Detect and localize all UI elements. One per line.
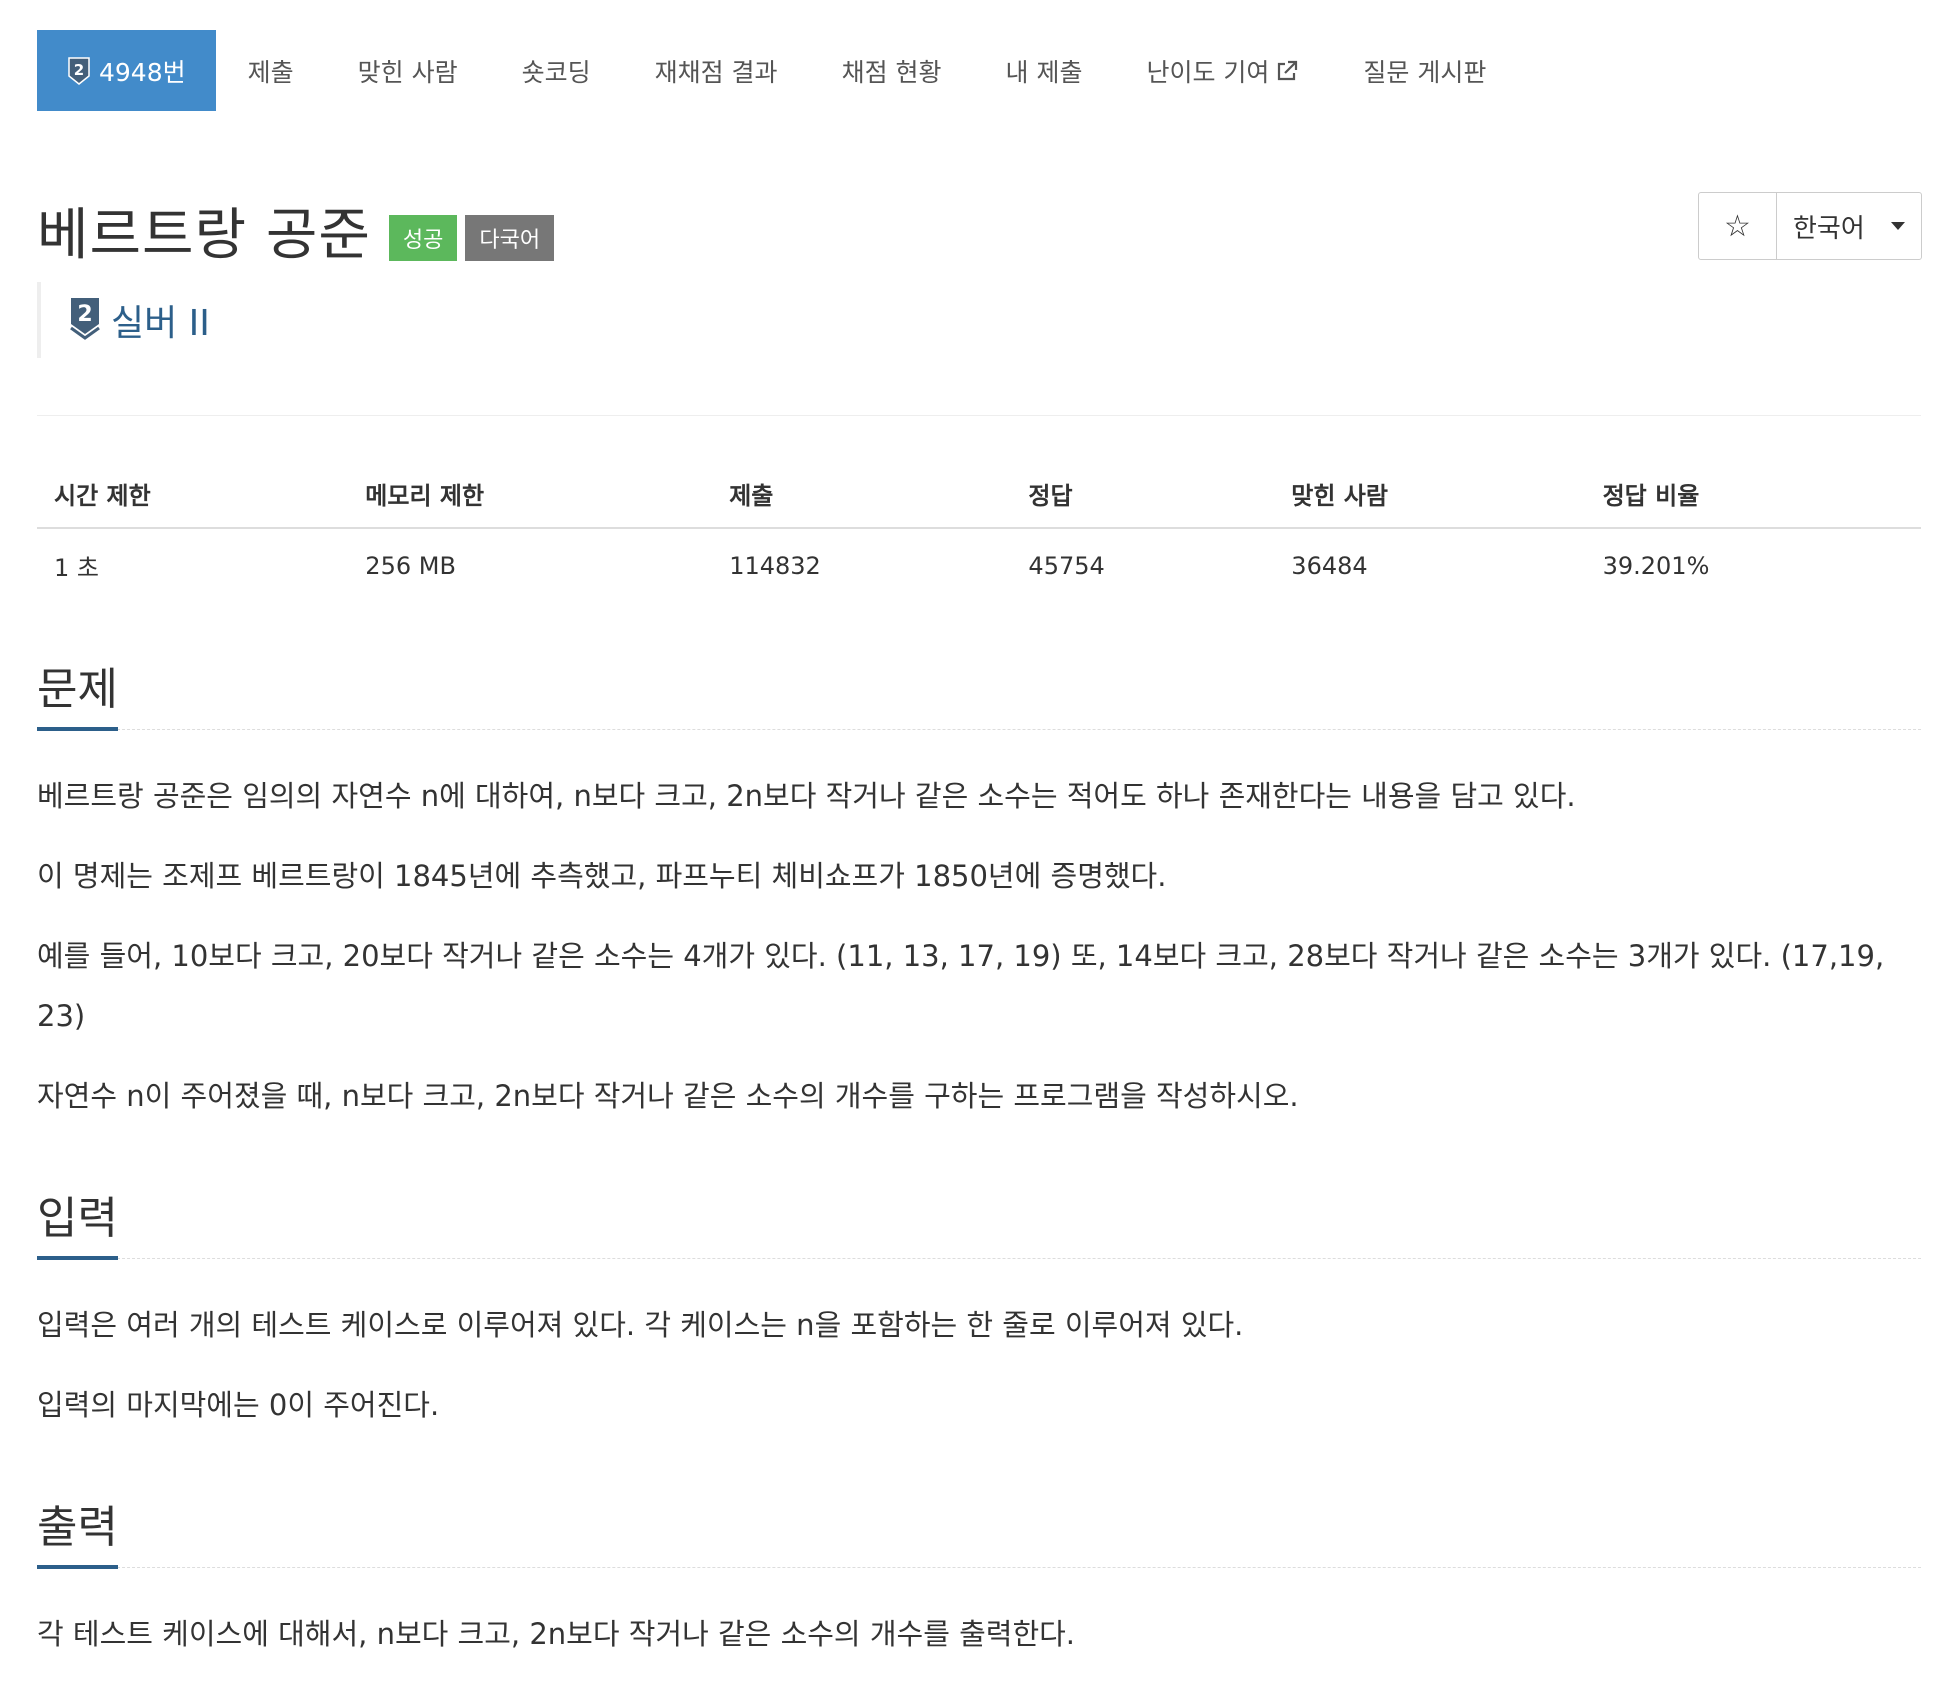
problem-section: 문제 베르트랑 공준은 임의의 자연수 n에 대하여, n보다 크고, 2n보다… bbox=[37, 664, 1921, 1146]
nav-item-label: 숏코딩 bbox=[521, 57, 591, 87]
input-section: 입력 입력은 여러 개의 테스트 케이스로 이루어져 있다. 각 케이스는 n을… bbox=[37, 1193, 1921, 1455]
language-select-value: 한국어 bbox=[1793, 213, 1865, 244]
nav-item-label: 4948번 bbox=[99, 57, 186, 87]
accepted-value: 45754 bbox=[1028, 551, 1105, 580]
svg-text:2: 2 bbox=[77, 302, 92, 327]
nav-item-difficulty-contribution[interactable]: 난이도 기여 bbox=[1114, 30, 1331, 111]
problem-info-table: 시간 제한 메모리 제한 제출 정답 맞힌 사람 정답 비율 1 초 256 M… bbox=[37, 460, 1921, 602]
nav-item-status[interactable]: 채점 현황 bbox=[810, 30, 974, 111]
table-header-row: 시간 제한 메모리 제한 제출 정답 맞힌 사람 정답 비율 bbox=[37, 460, 1921, 529]
multilingual-label: 다국어 bbox=[465, 214, 555, 261]
paragraph: 예를 들어, 10보다 크고, 20보다 작거나 같은 소수는 4개가 있다. … bbox=[37, 939, 1885, 1033]
header-memory-limit: 메모리 제한 bbox=[348, 460, 713, 529]
paragraph: 베르트랑 공준은 임의의 자연수 n에 대하여, n보다 크고, 2n보다 작거… bbox=[37, 779, 1576, 813]
tier-name[interactable]: 실버 II bbox=[111, 294, 210, 346]
language-select[interactable]: 한국어 bbox=[1777, 193, 1921, 259]
nav-item-problem[interactable]: 2 4948번 bbox=[37, 30, 216, 111]
tier-block: 2 실버 II bbox=[37, 282, 210, 358]
paragraph: 이 명제는 조제프 베르트랑이 1845년에 추측했고, 파프누티 체비쇼프가 … bbox=[37, 859, 1167, 893]
silver-tier-icon: 2 bbox=[67, 56, 91, 86]
language-button-group: ☆ 한국어 bbox=[1698, 192, 1922, 260]
submissions-value: 114832 bbox=[729, 551, 821, 580]
paragraph: 입력은 여러 개의 테스트 케이스로 이루어져 있다. 각 케이스는 n을 포함… bbox=[37, 1308, 1244, 1342]
header-submissions: 제출 bbox=[712, 460, 1012, 529]
paragraph: 각 테스트 케이스에 대해서, n보다 크고, 2n보다 작거나 같은 소수의 … bbox=[37, 1617, 1076, 1651]
nav-item-label: 채점 현황 bbox=[841, 57, 942, 87]
header-solvers: 맞힌 사람 bbox=[1274, 460, 1586, 529]
divider bbox=[37, 415, 1921, 416]
solvers-value: 36484 bbox=[1291, 551, 1368, 580]
paragraph: 자연수 n이 주어졌을 때, n보다 크고, 2n보다 작거나 같은 소수의 개… bbox=[37, 1079, 1299, 1113]
silver-tier-icon: 2 bbox=[69, 296, 101, 344]
nav-item-label: 맞힌 사람 bbox=[357, 57, 458, 87]
svg-text:2: 2 bbox=[74, 61, 84, 79]
nav-item-short-coding[interactable]: 숏코딩 bbox=[490, 30, 623, 111]
section-header: 문제 bbox=[37, 664, 1921, 731]
memory-limit-value: 256 MB bbox=[365, 551, 456, 580]
favorite-star-button[interactable]: ☆ bbox=[1699, 193, 1777, 259]
nav-item-label: 제출 bbox=[247, 57, 294, 87]
nav-item-solvers[interactable]: 맞힌 사람 bbox=[326, 30, 490, 111]
output-section: 출력 각 테스트 케이스에 대해서, n보다 크고, 2n보다 작거나 같은 소… bbox=[37, 1502, 1921, 1684]
external-link-icon bbox=[1275, 59, 1299, 83]
table-row: 1 초 256 MB 114832 45754 36484 39.201% bbox=[37, 528, 1921, 602]
section-title-output: 출력 bbox=[37, 1503, 118, 1569]
nav-item-label: 난이도 기여 bbox=[1146, 57, 1270, 87]
nav-item-rejudge[interactable]: 재채점 결과 bbox=[623, 30, 810, 111]
header-time-limit: 시간 제한 bbox=[37, 460, 349, 529]
chevron-down-icon bbox=[1891, 222, 1905, 230]
section-title-input: 입력 bbox=[37, 1194, 118, 1260]
section-header: 입력 bbox=[37, 1193, 1921, 1260]
input-description: 입력은 여러 개의 테스트 케이스로 이루어져 있다. 각 케이스는 n을 포함… bbox=[37, 1259, 1921, 1435]
section-header: 출력 bbox=[37, 1502, 1921, 1569]
nav-item-submit[interactable]: 제출 bbox=[216, 30, 326, 111]
problem-nav: 2 4948번 제출 맞힌 사람 숏코딩 재채점 결과 채점 현황 내 제출 난… bbox=[37, 30, 1518, 111]
header-accepted: 정답 bbox=[1011, 460, 1275, 529]
nav-item-label: 재채점 결과 bbox=[654, 57, 778, 87]
nav-item-label: 질문 게시판 bbox=[1363, 57, 1487, 87]
star-icon: ☆ bbox=[1724, 208, 1751, 244]
page-title: 베르트랑 공준 bbox=[37, 203, 371, 268]
time-limit-value: 1 초 bbox=[54, 554, 99, 582]
nav-item-my-submissions[interactable]: 내 제출 bbox=[974, 30, 1115, 111]
title-row: 베르트랑 공준 성공 다국어 bbox=[37, 190, 555, 271]
nav-item-question-board[interactable]: 질문 게시판 bbox=[1331, 30, 1518, 111]
nav-item-label: 내 제출 bbox=[1005, 57, 1083, 87]
section-title-problem: 문제 bbox=[37, 665, 118, 731]
accuracy-value: 39.201% bbox=[1602, 551, 1710, 580]
problem-description: 베르트랑 공준은 임의의 자연수 n에 대하여, n보다 크고, 2n보다 작거… bbox=[37, 730, 1921, 1126]
output-description: 각 테스트 케이스에 대해서, n보다 크고, 2n보다 작거나 같은 소수의 … bbox=[37, 1568, 1921, 1664]
header-accuracy: 정답 비율 bbox=[1585, 460, 1921, 529]
success-label: 성공 bbox=[388, 214, 458, 261]
paragraph: 입력의 마지막에는 0이 주어진다. bbox=[37, 1388, 440, 1422]
